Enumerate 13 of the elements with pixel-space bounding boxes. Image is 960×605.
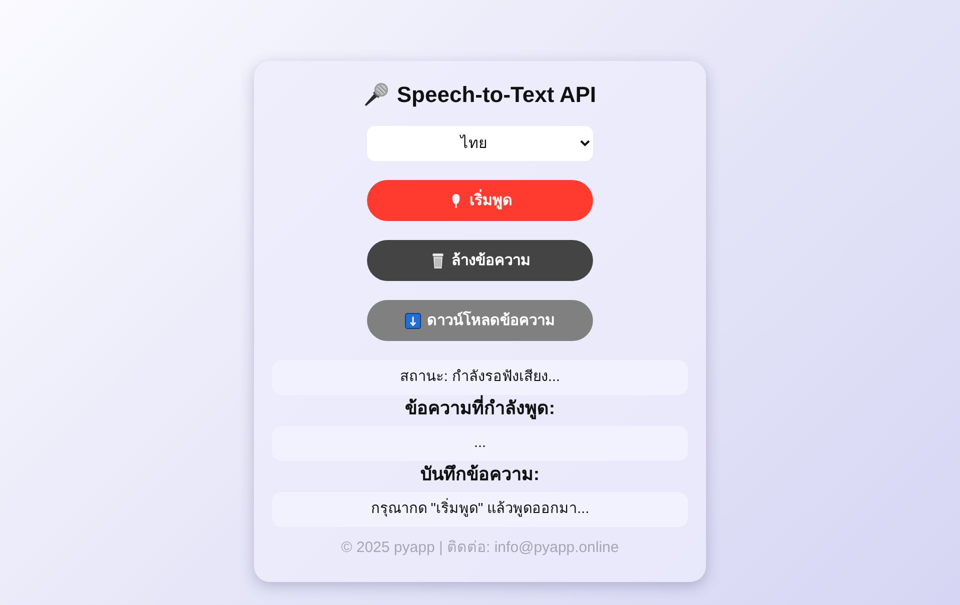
section-heading: บันทึกข้อความ: xyxy=(420,463,540,486)
download-button[interactable]: ดาวน์โหลดข้อความ xyxy=(367,300,593,341)
status-text: สถานะ: กำลังรอฟังเสียง... xyxy=(272,360,688,395)
microphone-icon xyxy=(364,82,389,107)
app-title-text: Speech-to-Text API xyxy=(396,81,596,109)
transcript-text: กรุณากด "เริ่มพูด" แล้วพูดออกมา... xyxy=(272,492,688,527)
trash-icon xyxy=(430,252,446,268)
language-select[interactable]: ไทย xyxy=(367,126,593,161)
start-button[interactable]: เริ่มพูด xyxy=(367,180,593,221)
clear-button[interactable]: ล้างข้อความ xyxy=(367,240,593,281)
footer-text: © 2025 pyapp | ติดต่อ: info@pyapp.online xyxy=(341,538,619,557)
live-text: ... xyxy=(272,426,688,461)
section-heading: ข้อความที่กำลังพูด: xyxy=(405,396,555,420)
